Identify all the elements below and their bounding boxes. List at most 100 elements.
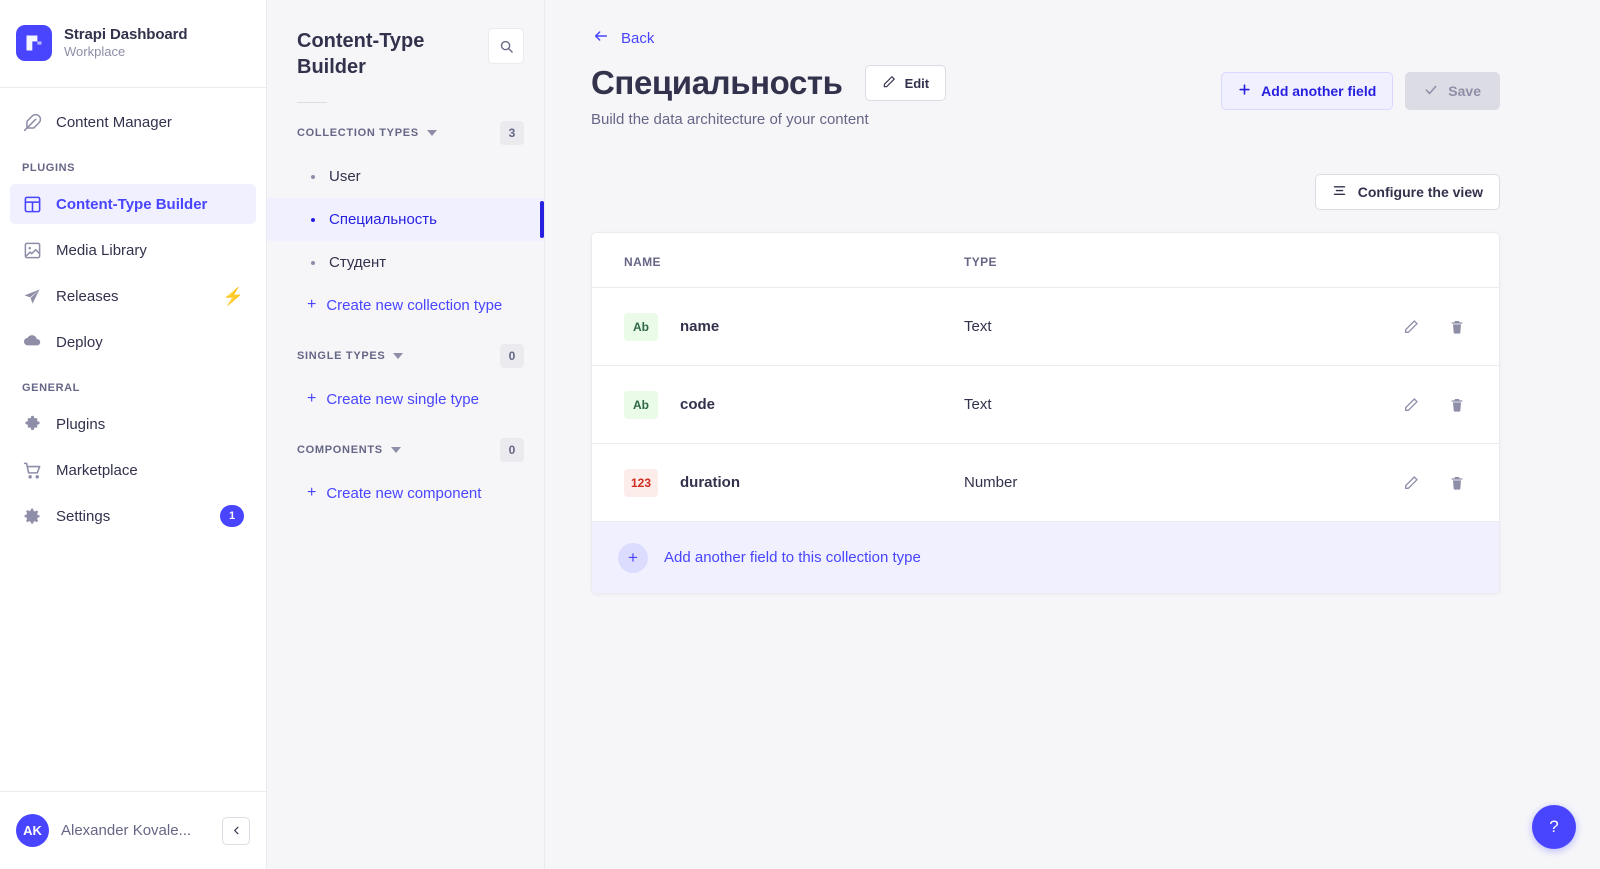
- add-another-field-button[interactable]: Add another field: [1221, 72, 1394, 110]
- field-type: Text: [964, 318, 992, 336]
- row-actions: [1401, 317, 1467, 337]
- chevron-down-icon[interactable]: [390, 447, 401, 453]
- collection-type-user[interactable]: User: [267, 155, 544, 198]
- avatar: AK: [16, 814, 49, 847]
- sidebar-item-label: Content Manager: [56, 113, 172, 131]
- sidebar-item-plugins[interactable]: Plugins: [10, 404, 256, 444]
- brand-header[interactable]: Strapi Dashboard Workplace: [0, 0, 266, 88]
- save-button-label: Save: [1448, 83, 1481, 99]
- image-icon: [22, 240, 42, 260]
- cell-name: Ab name: [624, 312, 964, 341]
- bullet-icon: [311, 260, 315, 265]
- collection-type-label: User: [329, 168, 361, 185]
- trash-icon[interactable]: [1447, 473, 1467, 493]
- sidebar-item-content-manager[interactable]: Content Manager: [10, 102, 256, 142]
- add-another-field-to-collection-button[interactable]: + Add another field to this collection t…: [592, 521, 1499, 594]
- create-new-collection-type-link[interactable]: + Create new collection type: [267, 284, 544, 326]
- table-row[interactable]: Ab name Text: [592, 287, 1499, 365]
- pencil-icon[interactable]: [1401, 395, 1421, 415]
- main-content: Back Специальность Edit Build the data a…: [545, 0, 1600, 869]
- shopping-cart-icon: [22, 460, 42, 480]
- create-link-label: Create new single type: [326, 390, 479, 408]
- chevron-down-icon[interactable]: [426, 130, 437, 136]
- pencil-icon[interactable]: [1401, 473, 1421, 493]
- chevron-left-icon[interactable]: [222, 816, 250, 845]
- cell-name: 123 duration: [624, 468, 964, 497]
- configure-the-view-button[interactable]: Configure the view: [1314, 174, 1500, 211]
- help-label: ?: [1549, 817, 1559, 836]
- strapi-logo-icon: [16, 24, 52, 61]
- column-header-name: NAME: [624, 255, 661, 270]
- arrow-left-icon: [591, 28, 611, 48]
- collection-type-specialnost[interactable]: Специальность: [267, 198, 544, 241]
- fields-table-card: NAME TYPE Ab name Text Ab code Text 123 …: [591, 232, 1500, 595]
- row-actions: [1401, 395, 1467, 415]
- group-label: SINGLE TYPES: [297, 350, 386, 362]
- group-header-components[interactable]: COMPONENTS 0: [267, 420, 544, 472]
- group-label: COMPONENTS: [297, 444, 383, 456]
- search-icon[interactable]: [488, 28, 524, 64]
- create-new-single-type-link[interactable]: + Create new single type: [267, 378, 544, 420]
- plus-icon: +: [307, 296, 317, 313]
- collection-type-student[interactable]: Студент: [267, 241, 544, 284]
- group-header-single-types[interactable]: SINGLE TYPES 0: [267, 326, 544, 378]
- column-header-type: TYPE: [964, 255, 997, 270]
- pencil-icon: [882, 75, 896, 92]
- back-link[interactable]: Back: [591, 28, 654, 48]
- add-another-field-label: Add another field: [1261, 83, 1377, 99]
- trash-icon[interactable]: [1447, 317, 1467, 337]
- chevron-down-icon[interactable]: [393, 353, 404, 359]
- sidebar-item-label: Deploy: [56, 333, 103, 351]
- plus-icon: +: [618, 542, 648, 573]
- plus-icon: [1238, 83, 1251, 99]
- group-count: 3: [500, 121, 524, 145]
- sidebar-item-releases[interactable]: Releases ⚡: [10, 276, 256, 316]
- field-name: name: [680, 318, 720, 336]
- sidebar-item-settings[interactable]: Settings 1: [10, 496, 256, 536]
- group-count: 0: [500, 438, 524, 462]
- question-mark-icon[interactable]: ?: [1532, 805, 1576, 849]
- sidebar-item-label: Marketplace: [56, 461, 138, 479]
- group-header-collection-types[interactable]: COLLECTION TYPES 3: [267, 103, 544, 155]
- save-button[interactable]: Save: [1405, 72, 1500, 110]
- add-field-footer-label: Add another field to this collection typ…: [664, 549, 921, 567]
- group-count: 0: [500, 344, 524, 368]
- field-type-tag-text-icon: Ab: [624, 390, 658, 419]
- configure-the-view-label: Configure the view: [1357, 184, 1483, 201]
- edit-button[interactable]: Edit: [864, 65, 947, 102]
- bolt-icon: ⚡: [222, 286, 244, 306]
- app-root: Strapi Dashboard Workplace Content Manag…: [0, 0, 1600, 869]
- row-actions: [1401, 473, 1467, 493]
- user-footer[interactable]: AK Alexander Kovale...: [0, 791, 266, 869]
- sidebar-item-content-type-builder[interactable]: Content-Type Builder: [10, 184, 256, 224]
- create-link-label: Create new collection type: [326, 296, 503, 314]
- trash-icon[interactable]: [1447, 395, 1467, 415]
- brand-title: Strapi Dashboard: [64, 26, 188, 43]
- create-new-component-link[interactable]: + Create new component: [267, 472, 544, 514]
- sidebar-item-label: Content-Type Builder: [56, 195, 208, 213]
- brand-subtitle: Workplace: [64, 44, 126, 59]
- pencil-icon[interactable]: [1401, 317, 1421, 337]
- field-name: duration: [680, 474, 740, 492]
- ctb-header: Content-Type Builder: [267, 28, 544, 80]
- sidebar-item-marketplace[interactable]: Marketplace: [10, 450, 256, 490]
- sidebar-nav-list: Content Manager PLUGINS Content-Type Bui…: [0, 88, 266, 791]
- check-icon: [1424, 83, 1438, 100]
- cloud-icon: [22, 332, 42, 352]
- sidebar-item-label: Settings: [56, 507, 111, 525]
- field-type-tag-number-icon: 123: [624, 468, 658, 497]
- sliders-icon: [1332, 183, 1347, 201]
- table-row[interactable]: Ab code Text: [592, 365, 1499, 443]
- group-label: COLLECTION TYPES: [297, 127, 419, 139]
- content-type-builder-panel: Content-Type Builder COLLECTION TYPES 3 …: [267, 0, 545, 869]
- table-row[interactable]: 123 duration Number: [592, 443, 1499, 521]
- puzzle-icon: [22, 414, 42, 434]
- sidebar-item-deploy[interactable]: Deploy: [10, 322, 256, 362]
- sidebar-item-label: Releases: [56, 287, 119, 305]
- table-header: NAME TYPE: [592, 233, 1499, 269]
- cell-name: Ab code: [624, 390, 964, 419]
- edit-button-label: Edit: [904, 75, 930, 91]
- sidebar-item-label: Media Library: [56, 241, 147, 259]
- bullet-icon: [311, 174, 315, 179]
- sidebar-item-media-library[interactable]: Media Library: [10, 230, 256, 270]
